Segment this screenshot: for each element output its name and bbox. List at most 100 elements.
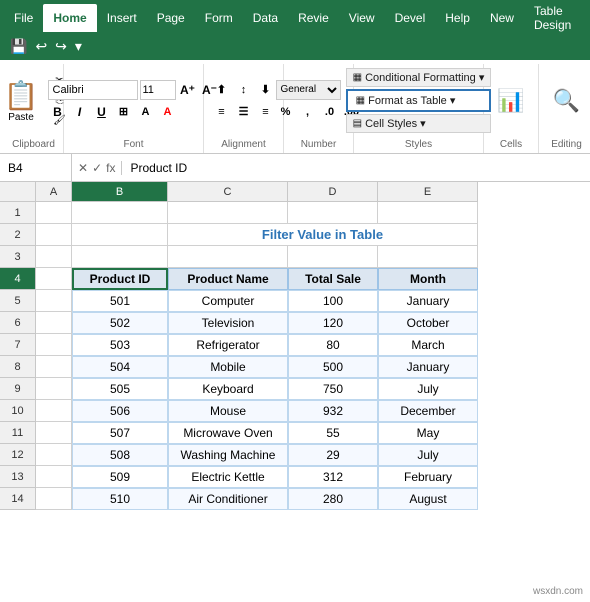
row-header-12[interactable]: 12	[0, 444, 36, 466]
cell-r13-c4[interactable]: February	[378, 466, 478, 488]
row-header-11[interactable]: 11	[0, 422, 36, 444]
cell-r9-c0[interactable]	[36, 378, 72, 400]
cell-r10-c3[interactable]: 932	[288, 400, 378, 422]
cell-r7-c0[interactable]	[36, 334, 72, 356]
cell-r1-c3[interactable]	[288, 202, 378, 224]
cell-r4-c0[interactable]	[36, 268, 72, 290]
row-header-7[interactable]: 7	[0, 334, 36, 356]
align-bottom-button[interactable]: ⬇	[256, 80, 276, 100]
cell-r1-c1[interactable]	[72, 202, 168, 224]
format-as-table-button[interactable]: ▦ Format as Table ▾	[346, 89, 492, 112]
cell-r7-c3[interactable]: 80	[288, 334, 378, 356]
cell-r8-c1[interactable]: 504	[72, 356, 168, 378]
cell-r14-c3[interactable]: 280	[288, 488, 378, 510]
row-header-4[interactable]: 4	[0, 268, 36, 290]
cancel-formula-button[interactable]: ✕	[78, 161, 88, 175]
row-header-8[interactable]: 8	[0, 356, 36, 378]
cell-r5-c4[interactable]: January	[378, 290, 478, 312]
cell-r14-c1[interactable]: 510	[72, 488, 168, 510]
cell-r7-c4[interactable]: March	[378, 334, 478, 356]
cell-reference[interactable]: B4	[0, 154, 72, 181]
cell-r8-c3[interactable]: 500	[288, 356, 378, 378]
italic-button[interactable]: I	[70, 102, 90, 122]
cell-r14-c4[interactable]: August	[378, 488, 478, 510]
tab-page[interactable]: Page	[147, 4, 195, 32]
cell-r11-c2[interactable]: Microwave Oven	[168, 422, 288, 444]
cell-r4-c1[interactable]: Product ID	[72, 268, 168, 290]
col-header-e[interactable]: E	[378, 182, 478, 202]
col-header-c[interactable]: C	[168, 182, 288, 202]
tab-revie[interactable]: Revie	[288, 4, 339, 32]
align-left-button[interactable]: ≡	[212, 102, 232, 122]
tab-view[interactable]: View	[339, 4, 385, 32]
number-format-select[interactable]: General	[276, 80, 341, 100]
cell-r9-c1[interactable]: 505	[72, 378, 168, 400]
confirm-formula-button[interactable]: ✓	[92, 161, 102, 175]
align-center-button[interactable]: ☰	[234, 102, 254, 122]
undo-button[interactable]: ↩	[33, 36, 49, 57]
cell-r11-c1[interactable]: 507	[72, 422, 168, 444]
col-header-b[interactable]: B	[72, 182, 168, 202]
cell-r1-c4[interactable]	[378, 202, 478, 224]
tab-data[interactable]: Data	[243, 4, 288, 32]
cell-r7-c1[interactable]: 503	[72, 334, 168, 356]
tab-new[interactable]: New	[480, 4, 524, 32]
row-header-3[interactable]: 3	[0, 246, 36, 268]
comma-button[interactable]: ,	[298, 102, 318, 122]
cell-r3-c4[interactable]	[378, 246, 478, 268]
align-middle-button[interactable]: ↕	[234, 80, 254, 100]
font-color-button[interactable]: A	[158, 102, 178, 122]
paste-button[interactable]: 📋 Paste	[0, 74, 45, 128]
cell-r11-c3[interactable]: 55	[288, 422, 378, 444]
cell-r6-c0[interactable]	[36, 312, 72, 334]
cell-r8-c2[interactable]: Mobile	[168, 356, 288, 378]
cell-r4-c4[interactable]: Month	[378, 268, 478, 290]
cell-r12-c4[interactable]: July	[378, 444, 478, 466]
cell-r13-c3[interactable]: 312	[288, 466, 378, 488]
cell-r6-c1[interactable]: 502	[72, 312, 168, 334]
row-header-14[interactable]: 14	[0, 488, 36, 510]
cell-r6-c4[interactable]: October	[378, 312, 478, 334]
increase-decimal-button[interactable]: .0	[320, 102, 340, 122]
font-name-input[interactable]	[48, 80, 138, 100]
cell-r13-c1[interactable]: 509	[72, 466, 168, 488]
cell-r9-c3[interactable]: 750	[288, 378, 378, 400]
tab-insert[interactable]: Insert	[97, 4, 147, 32]
cell-r2-c1[interactable]	[72, 224, 168, 246]
cell-r10-c1[interactable]: 506	[72, 400, 168, 422]
cell-r12-c0[interactable]	[36, 444, 72, 466]
tab-form[interactable]: Form	[195, 4, 243, 32]
cell-r8-c0[interactable]	[36, 356, 72, 378]
borders-button[interactable]: ⊞	[114, 102, 134, 122]
tab-devel[interactable]: Devel	[385, 4, 436, 32]
cell-r2-c0[interactable]	[36, 224, 72, 246]
cell-r12-c2[interactable]: Washing Machine	[168, 444, 288, 466]
cell-r5-c3[interactable]: 100	[288, 290, 378, 312]
tab-home[interactable]: Home	[43, 4, 96, 32]
row-header-10[interactable]: 10	[0, 400, 36, 422]
percent-button[interactable]: %	[276, 102, 296, 122]
cell-r5-c2[interactable]: Computer	[168, 290, 288, 312]
cell-r5-c0[interactable]	[36, 290, 72, 312]
cell-r7-c2[interactable]: Refrigerator	[168, 334, 288, 356]
fx-button[interactable]: fx	[106, 161, 115, 175]
cell-r10-c2[interactable]: Mouse	[168, 400, 288, 422]
cell-r8-c4[interactable]: January	[378, 356, 478, 378]
cell-r4-c3[interactable]: Total Sale	[288, 268, 378, 290]
conditional-formatting-button[interactable]: ▦ Conditional Formatting ▾	[346, 68, 492, 87]
col-header-d[interactable]: D	[288, 182, 378, 202]
cell-r6-c3[interactable]: 120	[288, 312, 378, 334]
redo-button[interactable]: ↪	[53, 36, 69, 57]
cell-r9-c2[interactable]: Keyboard	[168, 378, 288, 400]
fill-color-button[interactable]: A	[136, 102, 156, 122]
tab-tell-me[interactable]: Tell me	[581, 4, 590, 32]
cell-r3-c3[interactable]	[288, 246, 378, 268]
font-size-input[interactable]	[140, 80, 176, 100]
cell-styles-button[interactable]: ▤ Cell Styles ▾	[346, 114, 492, 133]
cell-r3-c2[interactable]	[168, 246, 288, 268]
tab-table-design[interactable]: Table Design	[524, 4, 581, 32]
cell-r10-c4[interactable]: December	[378, 400, 478, 422]
save-button[interactable]: 💾	[8, 36, 29, 57]
cell-r11-c0[interactable]	[36, 422, 72, 444]
cell-r3-c0[interactable]	[36, 246, 72, 268]
